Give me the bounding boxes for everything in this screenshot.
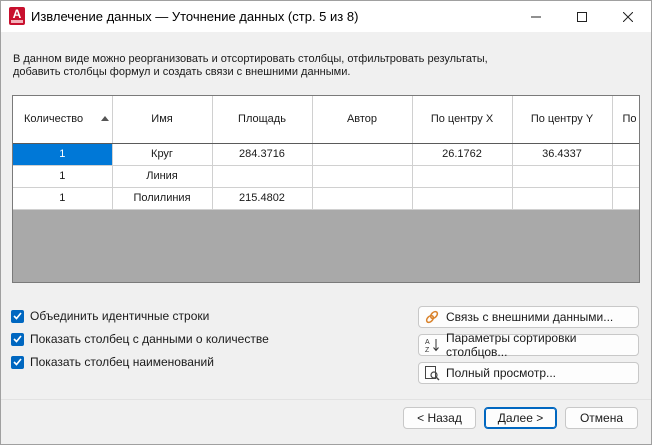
column-header-label: По bbox=[622, 113, 637, 126]
checkmark-icon bbox=[13, 335, 22, 343]
footer-divider bbox=[1, 399, 651, 400]
table-cell[interactable] bbox=[312, 187, 413, 210]
autocad-app-icon: A bbox=[9, 7, 25, 25]
next-button-label: Далее > bbox=[497, 411, 544, 425]
title-bar: A Извлечение данных — Уточнение данных (… bbox=[1, 1, 651, 32]
table-cell[interactable] bbox=[312, 143, 413, 166]
description-line-2: добавить столбцы формул и создать связи … bbox=[13, 66, 351, 78]
show-count-column-label: Показать столбец с данными о количестве bbox=[30, 332, 269, 346]
table-row[interactable]: 1 Полилиния 215.4802 bbox=[13, 187, 639, 210]
link-icon bbox=[424, 309, 440, 325]
table-cell[interactable]: 1 bbox=[13, 165, 113, 188]
back-button-label: < Назад bbox=[417, 411, 462, 425]
column-header-center-y[interactable]: По центру Y bbox=[512, 96, 613, 144]
table-cell[interactable] bbox=[312, 165, 413, 188]
link-external-data-button[interactable]: Связь с внешними данными... bbox=[418, 306, 639, 328]
dialog-window: A Извлечение данных — Уточнение данных (… bbox=[0, 0, 652, 445]
description-line-1: В данном виде можно реорганизовать и отс… bbox=[13, 53, 488, 65]
full-preview-button[interactable]: Полный просмотр... bbox=[418, 362, 639, 384]
table-cell[interactable]: 36.4337 bbox=[512, 143, 613, 166]
header-row: Количество Имя Площадь Автор По центру X… bbox=[13, 96, 639, 144]
minimize-button[interactable] bbox=[513, 1, 559, 32]
table-row[interactable]: 1 Линия bbox=[13, 165, 639, 188]
table-cell[interactable] bbox=[612, 165, 639, 188]
back-button[interactable]: < Назад bbox=[403, 407, 476, 429]
combine-rows-label: Объединить идентичные строки bbox=[30, 309, 210, 323]
table-cell[interactable] bbox=[512, 165, 613, 188]
svg-text:A: A bbox=[425, 339, 430, 346]
table-cell-selected[interactable]: 1 bbox=[13, 143, 113, 166]
link-external-data-label: Связь с внешними данными... bbox=[446, 310, 614, 324]
column-header-name[interactable]: Имя bbox=[112, 96, 213, 144]
minimize-icon bbox=[531, 16, 541, 17]
sort-ascending-icon bbox=[100, 116, 109, 121]
sort-az-icon: AZ bbox=[424, 337, 440, 353]
maximize-button[interactable] bbox=[559, 1, 605, 32]
cancel-button[interactable]: Отмена bbox=[565, 407, 638, 429]
column-header-area[interactable]: Площадь bbox=[212, 96, 313, 144]
table-row[interactable]: 1 Круг 284.3716 26.1762 36.4337 bbox=[13, 143, 639, 166]
description-text: В данном виде можно реорганизовать и отс… bbox=[13, 53, 613, 79]
table-cell[interactable] bbox=[412, 187, 513, 210]
table-cell[interactable] bbox=[412, 165, 513, 188]
column-header-label: По центру X bbox=[430, 113, 494, 126]
column-header-center-x[interactable]: По центру X bbox=[412, 96, 513, 144]
table-cell[interactable]: Круг bbox=[112, 143, 213, 166]
data-table: Количество Имя Площадь Автор По центру X… bbox=[13, 96, 639, 210]
combine-rows-checkbox[interactable]: Объединить идентичные строки bbox=[11, 308, 209, 324]
checkbox-checked[interactable] bbox=[11, 332, 24, 346]
data-grid[interactable]: Количество Имя Площадь Автор По центру X… bbox=[12, 95, 640, 283]
sort-columns-label: Параметры сортировки столбцов... bbox=[446, 331, 577, 359]
preview-icon bbox=[424, 365, 440, 381]
sort-columns-button[interactable]: AZ Параметры сортировки столбцов... bbox=[418, 331, 639, 359]
table-cell[interactable] bbox=[512, 187, 613, 210]
close-icon bbox=[623, 11, 633, 22]
column-header-label: Имя bbox=[151, 113, 173, 126]
column-header-label: По центру Y bbox=[530, 113, 594, 126]
column-header-label: Автор bbox=[346, 113, 378, 126]
table-cell[interactable]: 284.3716 bbox=[212, 143, 313, 166]
full-preview-label: Полный просмотр... bbox=[446, 366, 557, 380]
table-cell[interactable]: 215.4802 bbox=[212, 187, 313, 210]
close-button[interactable] bbox=[605, 1, 651, 32]
table-cell[interactable]: Полилиния bbox=[112, 187, 213, 210]
table-cell[interactable]: 1 bbox=[13, 187, 113, 210]
cancel-button-label: Отмена bbox=[579, 411, 624, 425]
checkmark-icon bbox=[13, 358, 22, 366]
table-cell[interactable]: Линия bbox=[112, 165, 213, 188]
column-header-author[interactable]: Автор bbox=[312, 96, 413, 144]
table-cell[interactable] bbox=[612, 143, 639, 166]
checkbox-checked[interactable] bbox=[11, 355, 24, 369]
app-icon-stripe bbox=[11, 20, 23, 23]
table-cell[interactable] bbox=[212, 165, 313, 188]
next-button[interactable]: Далее > bbox=[484, 407, 557, 429]
window-title: Извлечение данных — Уточнение данных (ст… bbox=[31, 9, 359, 24]
table-cell[interactable]: 26.1762 bbox=[412, 143, 513, 166]
show-name-column-checkbox[interactable]: Показать столбец наименований bbox=[11, 354, 214, 370]
column-header-count[interactable]: Количество bbox=[13, 96, 113, 144]
show-name-column-label: Показать столбец наименований bbox=[30, 355, 214, 369]
column-header-center-z[interactable]: По bbox=[612, 96, 639, 144]
column-header-label: Количество bbox=[24, 113, 84, 126]
checkmark-icon bbox=[13, 312, 22, 320]
svg-text:Z: Z bbox=[425, 347, 430, 353]
table-cell[interactable] bbox=[612, 187, 639, 210]
column-header-label: Площадь bbox=[238, 113, 286, 126]
maximize-icon bbox=[577, 11, 587, 22]
checkbox-checked[interactable] bbox=[11, 309, 24, 323]
show-count-column-checkbox[interactable]: Показать столбец с данными о количестве bbox=[11, 331, 269, 347]
app-icon-letter: A bbox=[12, 7, 22, 21]
